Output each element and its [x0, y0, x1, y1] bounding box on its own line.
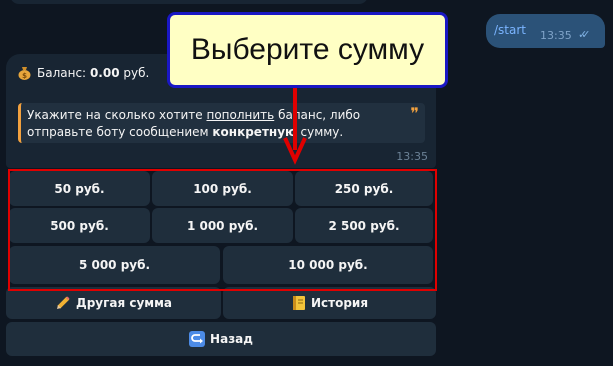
history-label: История	[310, 296, 369, 310]
message-time: 13:35	[540, 29, 572, 42]
balance-currency: руб.	[123, 66, 150, 80]
balance-label: Баланс:	[37, 66, 87, 80]
balance-line: $ Баланс: 0.00 руб.	[18, 66, 149, 80]
read-checks-icon: ✓✓	[578, 28, 591, 41]
hint-quote: Укажите на сколько хотите пополнить бала…	[18, 103, 425, 143]
amount-buttons-highlight	[8, 169, 437, 291]
other-amount-button[interactable]: Другая сумма	[6, 287, 221, 319]
money-bag-icon: $	[18, 67, 31, 80]
callout-text: Выберите сумму	[190, 33, 425, 66]
back-label: Назад	[210, 332, 253, 346]
other-amount-label: Другая сумма	[76, 296, 172, 310]
command-text[interactable]: /start	[494, 23, 526, 37]
arrow-down-icon	[283, 88, 307, 165]
pencil-icon	[55, 295, 71, 311]
previous-message-bubble	[10, 0, 368, 4]
history-button[interactable]: История	[223, 287, 436, 319]
hint-underlined: пополнить	[206, 108, 275, 122]
outgoing-message: /start 13:35 ✓✓	[486, 14, 605, 48]
quote-mark-icon: ❞	[410, 104, 419, 123]
balance-value: 0.00	[89, 66, 120, 80]
hint-text: Укажите на сколько хотите	[27, 108, 207, 122]
message-time: 13:35	[396, 150, 428, 163]
svg-text:$: $	[22, 72, 27, 80]
callout-box: Выберите сумму	[167, 12, 448, 88]
back-button[interactable]: Назад	[6, 322, 436, 356]
notebook-icon	[291, 295, 306, 311]
back-arrow-icon	[189, 331, 206, 347]
